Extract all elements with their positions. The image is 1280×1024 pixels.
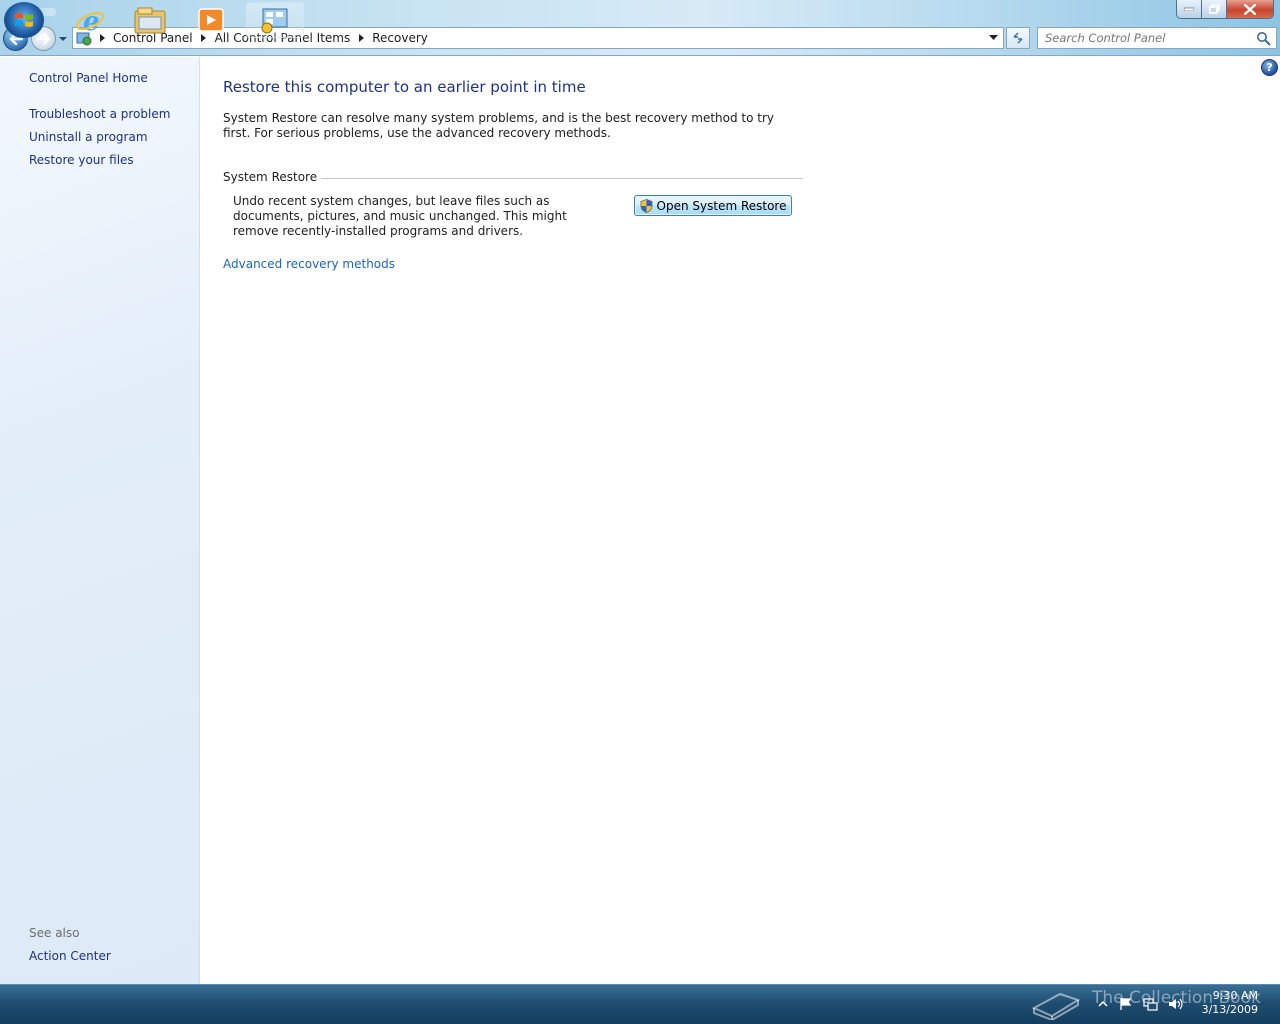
action-center-link[interactable]: Action Center [29, 949, 111, 963]
show-hidden-icons-icon[interactable] [1098, 999, 1108, 1009]
chevron-down-icon [988, 35, 998, 40]
uninstall-program-link[interactable]: Uninstall a program [29, 130, 148, 144]
windows-logo-icon [15, 13, 33, 27]
address-dropdown-button[interactable] [985, 28, 1001, 48]
search-input[interactable] [1038, 29, 1248, 47]
restore-files-link[interactable]: Restore your files [29, 153, 134, 167]
taskbar-control-panel[interactable] [246, 2, 304, 38]
search-icon[interactable] [1256, 31, 1271, 46]
left-navigation-pane: Control Panel Home Troubleshoot a proble… [0, 57, 200, 984]
taskbar [0, 984, 1280, 1024]
control-panel-icon [261, 8, 288, 34]
uac-shield-icon [640, 198, 652, 213]
chevron-right-icon [358, 34, 364, 42]
advanced-recovery-link[interactable]: Advanced recovery methods [223, 257, 395, 271]
svg-text:e: e [83, 7, 100, 36]
refresh-button[interactable] [1006, 27, 1030, 49]
watermark-book-icon [1031, 992, 1081, 1020]
clock-date: 3/13/2009 [1201, 1003, 1258, 1016]
windows-explorer-icon [134, 7, 166, 34]
open-system-restore-label: Open System Restore [656, 198, 787, 213]
help-icon: ? [1266, 61, 1273, 74]
notification-area [1098, 993, 1193, 1015]
start-button[interactable] [4, 2, 44, 38]
restore-down-icon [1208, 4, 1220, 14]
search-box[interactable] [1037, 27, 1277, 49]
breadcrumb-recovery[interactable]: Recovery [368, 28, 432, 48]
intro-text: System Restore can resolve many system p… [223, 111, 775, 140]
refresh-icon [1013, 32, 1023, 44]
system-restore-description: Undo recent system changes, but leave fi… [233, 194, 567, 238]
taskbar-clock[interactable]: 9:30 AM 3/13/2009 [1196, 989, 1258, 1017]
volume-icon[interactable] [1168, 997, 1184, 1011]
clock-time: 9:30 AM [1212, 989, 1258, 1002]
media-player-icon [198, 8, 224, 32]
taskbar-media-player[interactable] [183, 2, 239, 38]
troubleshoot-link[interactable]: Troubleshoot a problem [29, 107, 170, 121]
page-title: Restore this computer to an earlier poin… [223, 78, 586, 96]
taskbar-windows-explorer[interactable] [122, 2, 178, 38]
see-also-heading: See also [29, 926, 80, 940]
internet-explorer-icon: e [76, 7, 104, 36]
network-icon[interactable] [1142, 997, 1158, 1011]
action-center-flag-icon[interactable] [1118, 997, 1132, 1011]
minimize-icon [1184, 7, 1194, 11]
system-restore-section-header: System Restore [223, 169, 803, 185]
minimize-button[interactable] [1176, 0, 1202, 19]
control-panel-home-link[interactable]: Control Panel Home [29, 71, 148, 85]
help-button[interactable]: ? [1261, 59, 1278, 76]
restore-down-button[interactable] [1202, 0, 1227, 19]
open-system-restore-button[interactable]: Open System Restore [634, 195, 792, 216]
section-divider [321, 177, 803, 179]
breadcrumb-separator[interactable] [354, 34, 368, 42]
close-icon [1244, 3, 1256, 15]
taskbar-internet-explorer[interactable]: e [62, 2, 118, 38]
close-button[interactable] [1227, 0, 1274, 19]
section-title: System Restore [223, 170, 318, 184]
